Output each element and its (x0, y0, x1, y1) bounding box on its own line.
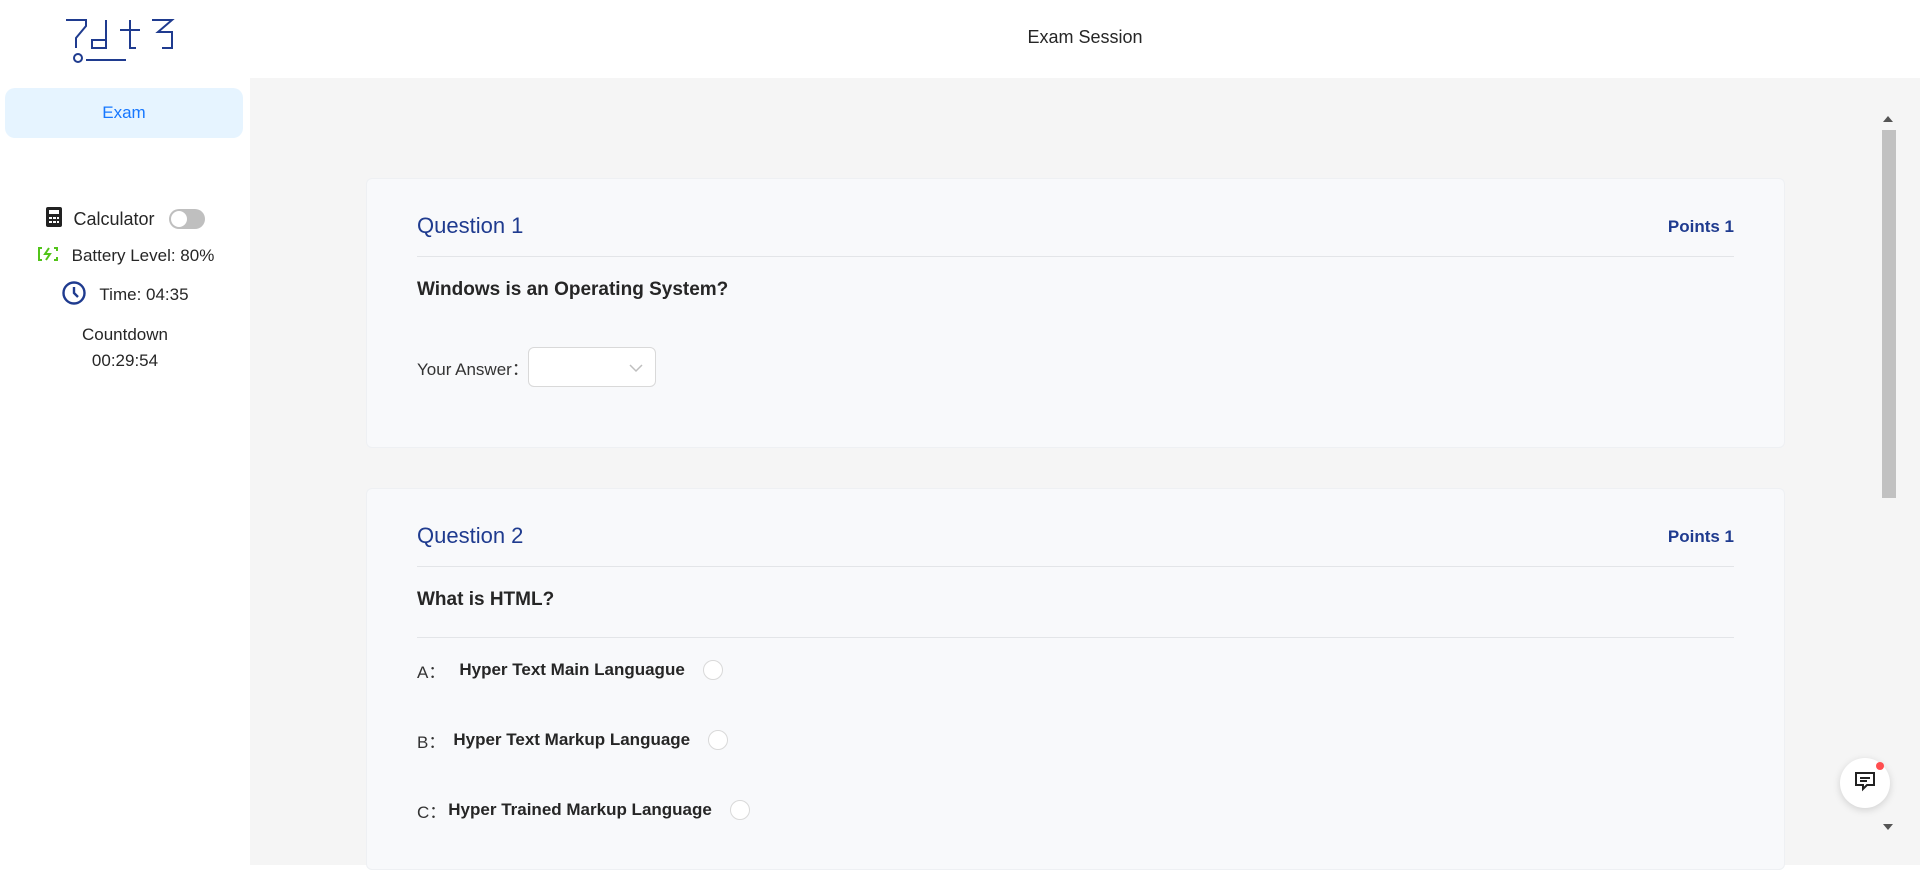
calculator-label: Calculator (73, 208, 155, 229)
question-card: Question 2 Points 1 What is HTML? A： Hyp… (366, 488, 1785, 870)
clock-icon (61, 280, 87, 311)
question-points: Points 1 (1667, 217, 1734, 236)
option-b[interactable]: B： Hyper Text Markup Language (417, 725, 729, 755)
page-title: Exam Session (1027, 27, 1143, 47)
question-text: Windows is an Operating System? (417, 279, 729, 300)
question-title: Question 2 (417, 523, 524, 548)
divider (417, 637, 1734, 638)
answer-label: Your Answer： (417, 360, 529, 379)
sidebar-item-exam[interactable]: Exam (5, 88, 243, 138)
header: Exam Session (0, 0, 1920, 78)
option-letter: C： (417, 802, 447, 822)
countdown-value: 00:29:54 (91, 351, 159, 370)
main-content: Question 1 Points 1 Windows is an Operat… (250, 78, 1920, 870)
option-letter: A： (417, 662, 446, 682)
option-a[interactable]: A： Hyper Text Main Languague (417, 655, 723, 685)
sidebar: Exam Calculator Battery Level: 80% Time:… (0, 78, 250, 865)
question-header: Question 2 Points 1 (417, 513, 1734, 567)
chevron-down-icon (629, 360, 643, 378)
countdown-label: Countdown (81, 325, 168, 344)
option-text: Hyper Text Markup Language (453, 730, 691, 749)
countdown: Countdown 00:29:54 (0, 322, 250, 374)
calculator-icon (45, 206, 63, 233)
option-c[interactable]: C： Hyper Trained Markup Language (417, 795, 750, 825)
option-radio[interactable] (702, 660, 723, 680)
scroll-down-arrow[interactable] (1883, 824, 1893, 830)
option-letter: B： (417, 732, 446, 752)
notification-dot (1876, 762, 1884, 770)
question-text: What is HTML? (417, 589, 555, 610)
time-status: Time: 04:35 (0, 279, 250, 311)
question-title: Question 1 (417, 213, 524, 238)
question-points: Points 1 (1667, 527, 1734, 546)
vertical-scrollbar[interactable] (1879, 112, 1899, 834)
battery-status: Battery Level: 80% (0, 241, 250, 271)
question-header: Question 1 Points 1 (417, 203, 1734, 257)
calculator-toggle[interactable] (168, 209, 205, 229)
calculator-row: Calculator (0, 204, 250, 234)
battery-label: Battery Level: 80% (71, 246, 215, 265)
question-card: Question 1 Points 1 Windows is an Operat… (366, 178, 1785, 448)
option-text: Hyper Text Main Languague (459, 660, 685, 679)
chat-icon (1853, 770, 1877, 797)
option-radio[interactable] (729, 800, 750, 820)
answer-select[interactable] (528, 347, 656, 387)
scroll-up-arrow[interactable] (1883, 116, 1893, 122)
time-label: Time: 04:35 (99, 285, 189, 304)
toggle-knob (170, 211, 187, 227)
scroll-thumb[interactable] (1882, 130, 1896, 498)
option-text: Hyper Trained Markup Language (448, 800, 712, 819)
battery-charging-icon (36, 245, 60, 268)
option-radio[interactable] (708, 730, 729, 750)
chat-button[interactable] (1840, 758, 1890, 808)
